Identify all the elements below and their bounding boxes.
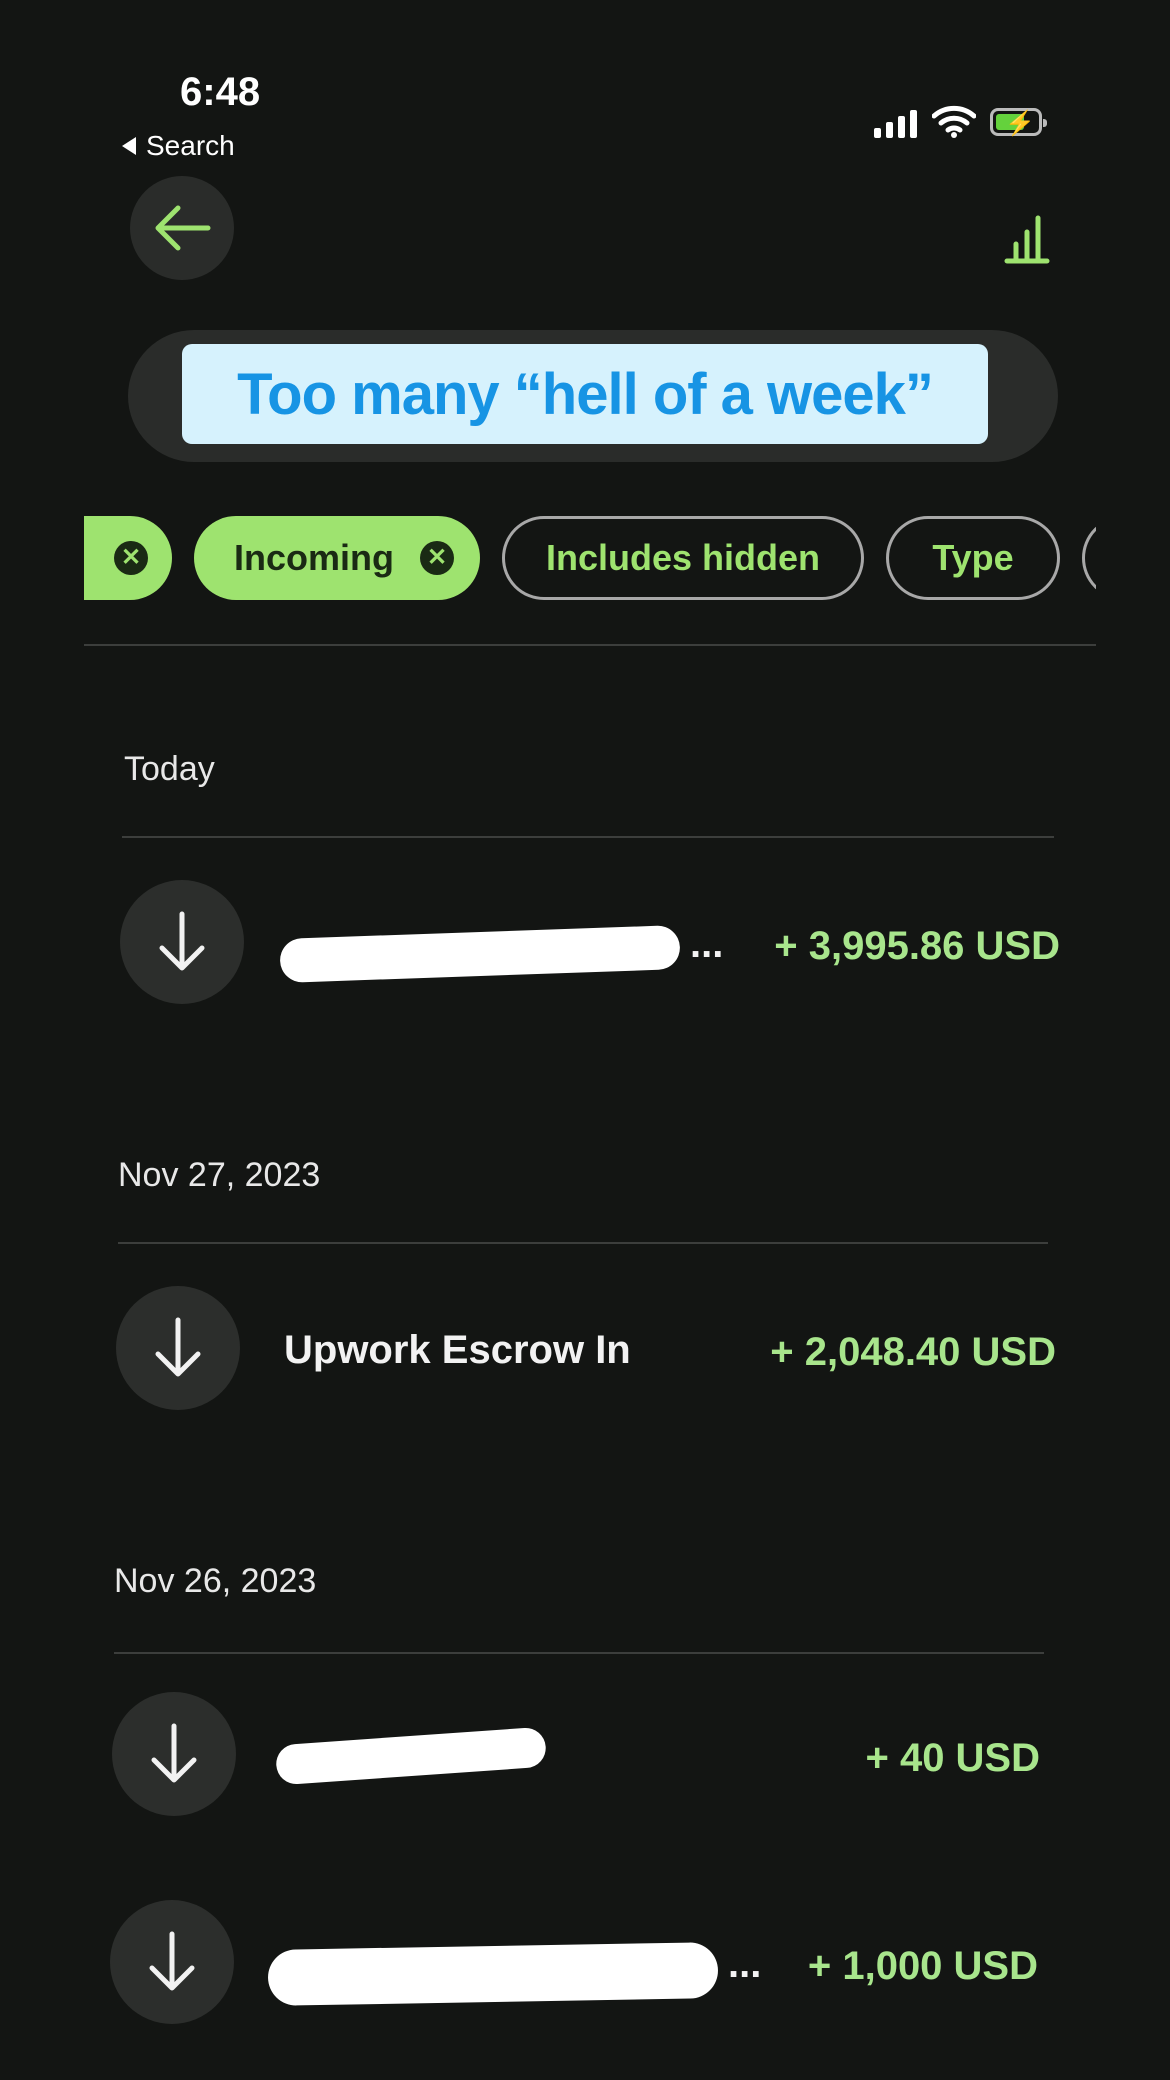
date-header: Nov 27, 2023	[118, 1156, 321, 1194]
status-back-label: Search	[146, 130, 235, 161]
arrow-down-icon	[159, 911, 205, 971]
status-time: 6:48	[180, 70, 261, 114]
filter-chips: ✕ Incoming ✕ Includes hidden Type	[84, 516, 1096, 608]
arrow-down-icon	[149, 1931, 195, 1991]
filter-chip-type[interactable]: Type	[886, 516, 1060, 600]
transaction-amount: + 40 USD	[865, 1736, 1040, 1780]
back-triangle-icon	[122, 137, 136, 155]
transaction-row[interactable]: + 40 USD	[112, 1692, 1040, 1818]
status-back-link[interactable]: Search	[122, 130, 235, 162]
redaction-mark	[267, 1942, 719, 2006]
incoming-arrow-badge	[110, 1900, 234, 2024]
caption-overlay: Too many “hell of a week”	[182, 344, 988, 444]
filters-divider	[84, 644, 1096, 646]
date-divider	[118, 1242, 1048, 1244]
transaction-row[interactable]: ... + 3,995.86 USD	[120, 880, 1060, 1006]
incoming-arrow-badge	[116, 1286, 240, 1410]
date-divider	[114, 1652, 1044, 1654]
filter-chip-hidden-left[interactable]: ✕	[84, 516, 172, 600]
transaction-amount: + 3,995.86 USD	[774, 924, 1060, 968]
transaction-row[interactable]: ... + 1,000 USD	[110, 1900, 1038, 2026]
close-icon[interactable]: ✕	[420, 541, 454, 575]
filter-chip-incoming[interactable]: Incoming ✕	[194, 516, 480, 600]
transaction-amount: + 2,048.40 USD	[770, 1330, 1056, 1374]
back-button[interactable]	[130, 176, 234, 280]
filter-chip-includes-hidden[interactable]: Includes hidden	[502, 516, 864, 600]
filter-chip-more[interactable]	[1082, 516, 1096, 600]
transaction-name-ellipsis: ...	[690, 922, 724, 966]
battery-icon: ⚡	[990, 108, 1047, 137]
bar-chart-icon[interactable]	[1004, 214, 1050, 264]
redaction-mark	[274, 1726, 548, 1786]
transaction-name-ellipsis: ...	[728, 1942, 762, 1986]
date-header: Nov 26, 2023	[114, 1562, 317, 1600]
incoming-arrow-badge	[120, 880, 244, 1004]
filter-chip-label: Includes hidden	[545, 537, 821, 578]
cellular-signal-icon	[874, 110, 917, 138]
arrow-down-icon	[155, 1317, 201, 1377]
transaction-row[interactable]: Upwork Escrow In + 2,048.40 USD	[116, 1286, 1056, 1412]
close-icon[interactable]: ✕	[114, 541, 148, 575]
transaction-amount: + 1,000 USD	[807, 1944, 1038, 1988]
arrow-left-icon	[155, 205, 211, 251]
date-divider	[122, 836, 1054, 838]
filter-chip-label: Type	[932, 537, 1014, 578]
date-header: Today	[124, 750, 215, 788]
wifi-icon	[932, 105, 976, 138]
filter-chip-label: Incoming	[234, 537, 394, 578]
transaction-name	[274, 1726, 556, 1786]
arrow-down-icon	[151, 1723, 197, 1783]
incoming-arrow-badge	[112, 1692, 236, 1816]
transaction-name: Upwork Escrow In	[284, 1328, 631, 1372]
redaction-mark	[279, 925, 681, 983]
